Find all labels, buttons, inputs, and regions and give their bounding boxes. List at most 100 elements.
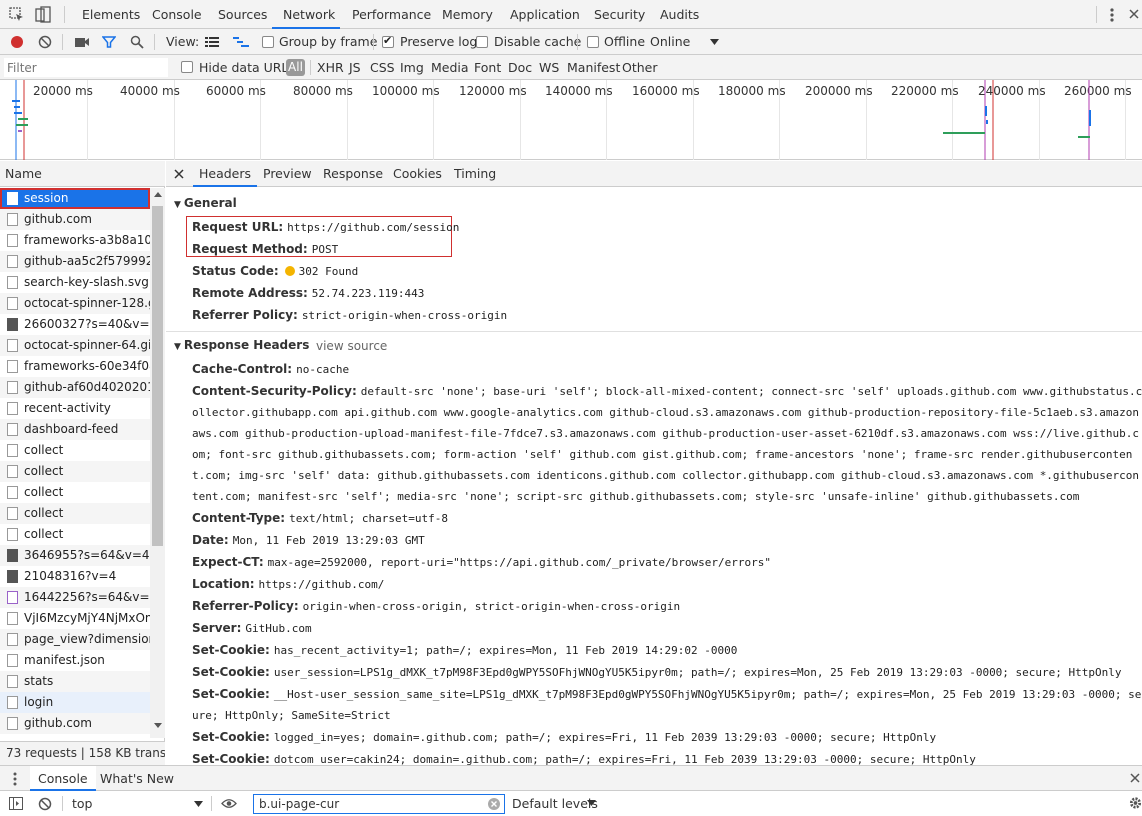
request-row[interactable]: octocat-spinner-128.gif (0, 293, 150, 314)
drawer-menu-icon[interactable] (13, 772, 17, 786)
chevron-down-icon[interactable] (587, 800, 596, 806)
scroll-up-icon[interactable] (154, 192, 162, 197)
request-row[interactable]: frameworks-a3b8a10d4 (0, 230, 150, 251)
scrollbar-thumb[interactable] (152, 206, 163, 546)
settings-gear-icon[interactable] (1129, 796, 1142, 810)
filter-type-ws[interactable]: WS (539, 55, 559, 80)
disable-cache-checkbox[interactable] (476, 36, 488, 48)
clear-icon[interactable] (38, 35, 52, 49)
tab-memory[interactable]: Memory (442, 0, 493, 29)
request-row[interactable]: 26600327?s=40&v=4 (0, 314, 150, 335)
record-icon[interactable] (10, 35, 24, 49)
filter-type-js[interactable]: JS (349, 55, 361, 80)
inspect-element-icon[interactable] (9, 7, 25, 23)
log-levels-select[interactable]: Default levels (512, 791, 598, 816)
set-cookie-row: Set-Cookie: logged_in=yes; domain=.github… (192, 727, 936, 748)
request-row[interactable]: github-aa5c2f579992da (0, 251, 150, 272)
device-toolbar-icon[interactable] (35, 6, 51, 23)
preserve-log-checkbox[interactable] (382, 34, 394, 48)
request-row[interactable]: collect (0, 503, 150, 524)
request-row[interactable]: login (0, 692, 150, 713)
tab-preview[interactable]: Preview (263, 161, 312, 187)
context-select[interactable]: top (72, 791, 92, 816)
request-row[interactable]: github.com (0, 209, 150, 230)
screenshot-camera-icon[interactable] (74, 36, 90, 48)
group-by-frame-label: Group by frame (279, 34, 378, 49)
request-row[interactable]: frameworks-60e34f0837 (0, 356, 150, 377)
offline-checkbox[interactable] (587, 36, 599, 48)
tab-elements[interactable]: Elements (82, 0, 140, 29)
eye-icon[interactable] (221, 798, 237, 809)
tab-security[interactable]: Security (594, 0, 645, 29)
timeline-overview[interactable]: 20000 ms 40000 ms 60000 ms 80000 ms 1000… (0, 80, 1142, 160)
tab-timing[interactable]: Timing (454, 161, 496, 187)
throttling-select[interactable]: Online (650, 29, 690, 55)
filter-type-media[interactable]: Media (431, 55, 469, 80)
clear-input-icon[interactable] (488, 798, 500, 810)
drawer-tab-console[interactable]: Console (30, 766, 96, 791)
tab-application[interactable]: Application (510, 0, 580, 29)
request-row[interactable]: 16442256?s=64&v=4 (0, 587, 150, 608)
request-row[interactable]: recent-activity (0, 398, 150, 419)
tab-headers[interactable]: Headers (193, 161, 258, 187)
request-row[interactable]: stats (0, 671, 150, 692)
request-row[interactable]: 21048316?v=4 (0, 566, 150, 587)
waterfall-overview-icon[interactable] (233, 36, 249, 48)
show-sidebar-icon[interactable] (9, 797, 23, 810)
request-row[interactable]: page_view?dimensions[ (0, 629, 150, 650)
tab-console[interactable]: Console (152, 0, 202, 29)
request-row[interactable]: collect (0, 482, 150, 503)
request-row[interactable]: github-af60d4020201a1 (0, 377, 150, 398)
more-options-icon[interactable] (1108, 7, 1116, 23)
filter-type-doc[interactable]: Doc (508, 55, 532, 80)
request-row[interactable]: collect (0, 524, 150, 545)
close-details-icon[interactable] (174, 169, 184, 179)
response-headers-section-header[interactable]: ▼ Response Headers (174, 338, 309, 352)
filter-type-font[interactable]: Font (474, 55, 501, 80)
filter-type-img[interactable]: Img (400, 55, 424, 80)
name-column-header[interactable]: Name (0, 161, 165, 187)
tab-audits[interactable]: Audits (660, 0, 699, 29)
request-row[interactable]: session (0, 188, 150, 209)
request-row[interactable]: search-key-slash.svg (0, 272, 150, 293)
clear-console-icon[interactable] (38, 797, 52, 811)
group-by-frame-checkbox[interactable] (262, 36, 274, 48)
filter-type-manifest[interactable]: Manifest (567, 55, 620, 80)
expand-triangle-icon: ▼ (174, 200, 181, 210)
request-row[interactable]: octocat-spinner-64.gif (0, 335, 150, 356)
request-row[interactable]: collect (0, 461, 150, 482)
filter-type-xhr[interactable]: XHR (317, 55, 344, 80)
filter-type-all[interactable]: All (286, 59, 305, 76)
document-file-icon (7, 633, 18, 646)
search-icon[interactable] (130, 35, 144, 49)
request-row[interactable]: manifest.json (0, 650, 150, 671)
tab-performance[interactable]: Performance (352, 0, 431, 29)
request-row[interactable]: dashboard-feed (0, 419, 150, 440)
request-row[interactable]: VjI6MzcyMjY4NjMxOmF (0, 608, 150, 629)
filter-type-other[interactable]: Other (622, 55, 658, 80)
scroll-down-icon[interactable] (154, 723, 162, 728)
drawer-tab-whats-new[interactable]: What's New (100, 766, 174, 791)
view-source-link[interactable]: view source (316, 339, 387, 353)
large-rows-icon[interactable] (205, 36, 219, 48)
console-filter-input[interactable]: b.ui-page-cur (253, 794, 505, 814)
tab-cookies[interactable]: Cookies (393, 161, 442, 187)
request-row[interactable]: collect (0, 440, 150, 461)
filter-type-css[interactable]: CSS (370, 55, 395, 80)
general-section-header[interactable]: ▼ General (174, 196, 237, 210)
close-drawer-icon[interactable] (1130, 773, 1140, 783)
request-row[interactable]: github.com (0, 713, 150, 734)
document-file-icon (7, 276, 18, 289)
request-row[interactable]: 3646955?s=64&v=4 (0, 545, 150, 566)
tab-sources[interactable]: Sources (218, 0, 267, 29)
close-icon[interactable] (1128, 8, 1140, 20)
tab-network[interactable]: Network (272, 0, 340, 29)
chevron-down-icon[interactable] (710, 39, 719, 45)
header-value: logged_in=yes; domain=.github.com; path=… (273, 731, 937, 744)
filter-input[interactable] (4, 58, 168, 77)
hide-data-urls-checkbox[interactable] (181, 61, 193, 73)
request-name: octocat-spinner-128.gif (24, 296, 150, 310)
chevron-down-icon[interactable] (194, 801, 203, 807)
filter-icon[interactable] (102, 35, 116, 49)
tab-response[interactable]: Response (323, 161, 383, 187)
